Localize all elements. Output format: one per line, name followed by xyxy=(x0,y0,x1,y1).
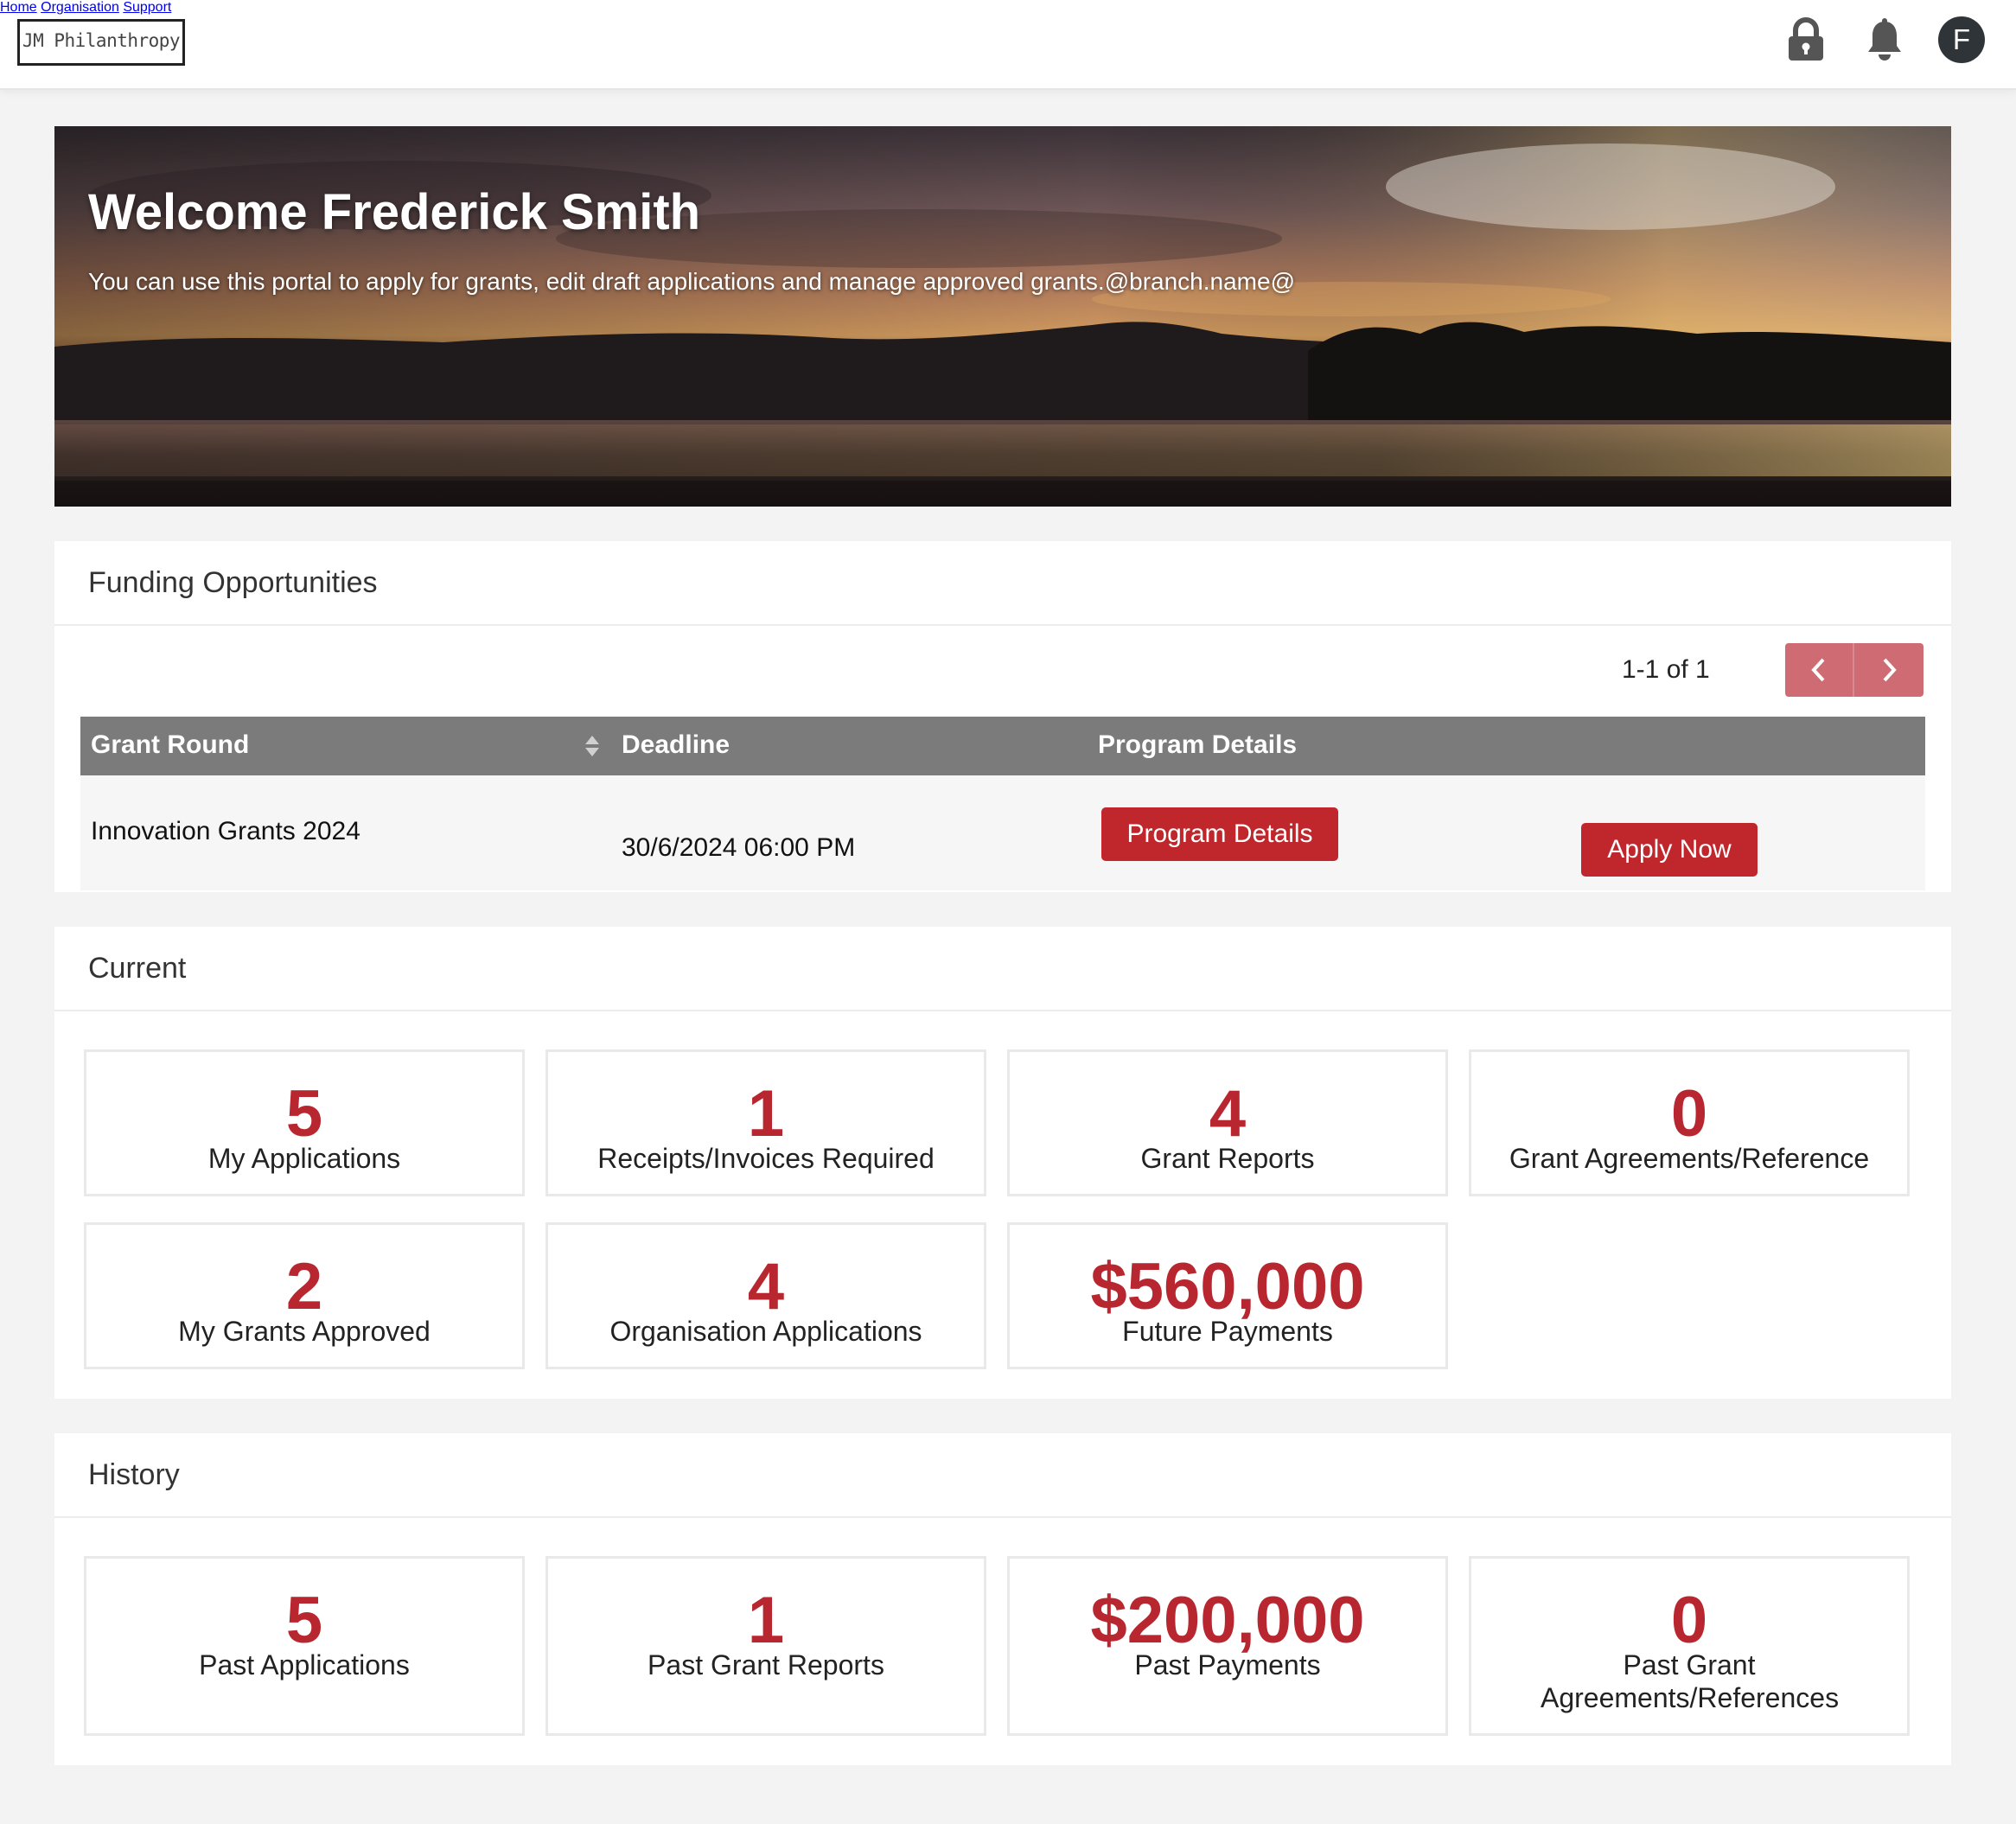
stat-label: Past Grant Agreements/References xyxy=(1541,1649,1840,1713)
table-row: Innovation Grants 2024 30/6/2024 06:00 P… xyxy=(80,775,1925,890)
column-header-deadline: Deadline xyxy=(622,730,730,759)
nav-support-link[interactable]: Support xyxy=(123,0,171,15)
column-header-grant-round[interactable]: Grant Round xyxy=(91,730,249,760)
stat-label: Future Payments xyxy=(1122,1316,1333,1347)
stat-value: 1 xyxy=(747,1077,785,1151)
stat-card-future-payments[interactable]: $560,000 Future Payments xyxy=(1007,1222,1448,1369)
sort-icon[interactable] xyxy=(584,734,601,758)
top-navigation-bar: JM Philanthropy Home Organisation Suppor… xyxy=(0,0,2016,90)
stat-card-past-grant-reports[interactable]: 1 Past Grant Reports xyxy=(545,1556,986,1736)
stat-value: 5 xyxy=(285,1584,323,1657)
stat-card-receipts-invoices[interactable]: 1 Receipts/Invoices Required xyxy=(545,1049,986,1196)
stat-label: Past Applications xyxy=(199,1649,410,1681)
previous-page-button[interactable] xyxy=(1785,643,1854,697)
stat-value: 0 xyxy=(1670,1077,1708,1151)
stat-card-past-payments[interactable]: $200,000 Past Payments xyxy=(1007,1556,1448,1736)
stat-label: My Applications xyxy=(207,1143,401,1174)
stat-label: Past Payments xyxy=(1134,1649,1321,1681)
user-avatar[interactable]: F xyxy=(1938,16,1985,63)
stat-value: 0 xyxy=(1670,1584,1708,1657)
stat-value: $200,000 xyxy=(1090,1584,1365,1657)
stat-card-grant-agreements[interactable]: 0 Grant Agreements/Reference xyxy=(1469,1049,1910,1196)
stat-card-my-grants-approved[interactable]: 2 My Grants Approved xyxy=(84,1222,525,1369)
funding-opportunities-header: Funding Opportunities xyxy=(54,541,1951,626)
column-header-program-details: Program Details xyxy=(1098,730,1298,759)
stat-label: Organisation Applications xyxy=(609,1316,922,1347)
pagination-controls xyxy=(1785,643,1923,697)
stat-card-grant-reports[interactable]: 4 Grant Reports xyxy=(1007,1049,1448,1196)
stat-label: Past Grant Reports xyxy=(648,1649,884,1681)
stat-label: Receipts/Invoices Required xyxy=(597,1143,935,1174)
history-header: History xyxy=(54,1433,1951,1518)
stat-value: 5 xyxy=(285,1077,323,1151)
program-details-button[interactable]: Program Details xyxy=(1101,807,1338,861)
next-page-button[interactable] xyxy=(1854,643,1923,697)
stat-value: $560,000 xyxy=(1090,1250,1365,1323)
stat-value: 2 xyxy=(285,1250,323,1323)
current-header: Current xyxy=(54,927,1951,1011)
stat-value: 1 xyxy=(747,1584,785,1657)
stat-label: Grant Agreements/Reference xyxy=(1509,1143,1870,1174)
stat-value: 4 xyxy=(1209,1077,1247,1151)
brand-logo[interactable]: JM Philanthropy xyxy=(17,19,185,66)
funding-table-header: Grant Round Deadline Program Details xyxy=(80,717,1925,775)
nav-organisation-link[interactable]: Organisation xyxy=(41,0,119,15)
nav-home-link[interactable]: Home xyxy=(0,0,37,15)
stat-card-my-applications[interactable]: 5 My Applications xyxy=(84,1049,525,1196)
pagination-info: 1-1 of 1 xyxy=(1622,655,1710,684)
stat-label: Grant Reports xyxy=(1140,1143,1315,1174)
grant-round-cell: Innovation Grants 2024 xyxy=(91,817,360,845)
chevron-left-icon xyxy=(1811,658,1825,682)
brand-logo-text: JM Philanthropy xyxy=(22,30,181,51)
lock-icon xyxy=(1789,17,1823,61)
welcome-banner: Welcome Frederick Smith You can use this… xyxy=(54,126,1951,507)
stat-value: 4 xyxy=(747,1250,785,1323)
bell-icon xyxy=(1868,18,1901,61)
stat-card-past-applications[interactable]: 5 Past Applications xyxy=(84,1556,525,1736)
stat-card-organisation-applications[interactable]: 4 Organisation Applications xyxy=(545,1222,986,1369)
apply-now-button[interactable]: Apply Now xyxy=(1581,823,1758,877)
lock-button[interactable] xyxy=(1782,16,1830,64)
deadline-cell: 30/6/2024 06:00 PM xyxy=(622,833,856,862)
notifications-button[interactable] xyxy=(1860,16,1909,64)
stat-label: My Grants Approved xyxy=(178,1316,431,1347)
chevron-right-icon xyxy=(1883,658,1897,682)
avatar-initial: F xyxy=(1952,23,1971,55)
welcome-subtitle: You can use this portal to apply for gra… xyxy=(88,268,1295,295)
welcome-title: Welcome Frederick Smith xyxy=(88,184,701,240)
stat-card-past-grant-agreements[interactable]: 0 Past Grant Agreements/References xyxy=(1469,1556,1910,1736)
